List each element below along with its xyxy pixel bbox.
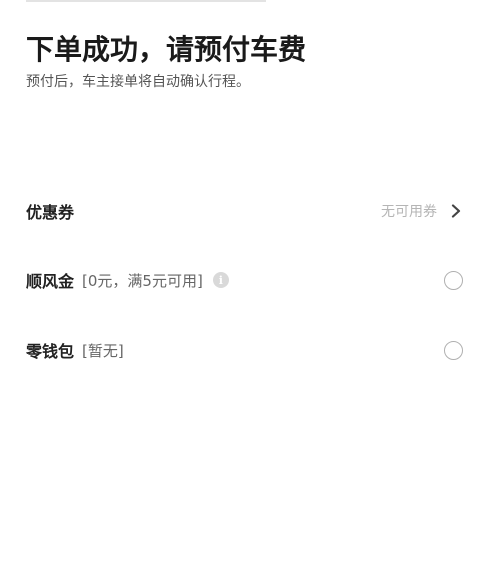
- shunfeng-label: 顺风金: [26, 272, 75, 291]
- top-divider: [26, 0, 266, 2]
- header: 下单成功，请预付车费 预付后，车主接单将自动确认行程。: [26, 32, 466, 92]
- chevron-right-icon[interactable]: [449, 204, 463, 218]
- wallet-note: [暂无]: [82, 341, 124, 360]
- coupon-label: 优惠券: [26, 203, 75, 222]
- coupon-row[interactable]: 优惠券 无可用券: [26, 191, 463, 231]
- wallet-radio[interactable]: [444, 340, 463, 360]
- wallet-row[interactable]: 零钱包 [暂无]: [26, 330, 463, 370]
- shunfeng-note: [0元，满5元可用]: [82, 271, 203, 290]
- info-icon[interactable]: i: [212, 272, 229, 288]
- shunfeng-row[interactable]: 顺风金 [0元，满5元可用] i: [26, 260, 463, 300]
- coupon-value: 无可用券: [381, 204, 437, 220]
- wallet-label: 零钱包: [26, 342, 75, 361]
- prepay-page: 下单成功，请预付车费 预付后，车主接单将自动确认行程。 优惠券 无可用券 顺风金…: [0, 0, 483, 562]
- page-subtitle: 预付后，车主接单将自动确认行程。: [26, 74, 250, 90]
- page-title: 下单成功，请预付车费: [26, 33, 307, 66]
- shunfeng-radio[interactable]: [444, 270, 463, 290]
